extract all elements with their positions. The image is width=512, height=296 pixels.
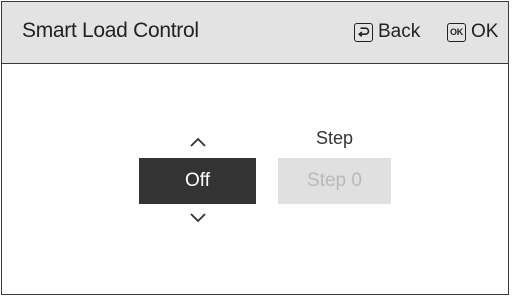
step-field: Step 0 — [278, 158, 391, 204]
screen-frame: Smart Load Control Back OK OK Off Step S… — [1, 1, 509, 295]
ok-key-icon: OK — [447, 22, 466, 42]
chevron-down-icon[interactable] — [188, 211, 208, 225]
value-selector[interactable]: Off — [139, 158, 256, 204]
back-label: Back — [378, 21, 421, 42]
back-icon — [354, 22, 373, 42]
step-label: Step — [315, 128, 354, 148]
value-text: Off — [185, 170, 210, 191]
header-bar: Smart Load Control Back OK OK — [2, 2, 508, 64]
ok-button[interactable]: OK OK — [447, 21, 498, 43]
step-value: Step 0 — [307, 170, 362, 191]
page-title: Smart Load Control — [22, 19, 199, 42]
ok-label: OK — [471, 21, 499, 42]
chevron-up-icon[interactable] — [188, 135, 208, 149]
back-button[interactable]: Back — [354, 21, 420, 43]
